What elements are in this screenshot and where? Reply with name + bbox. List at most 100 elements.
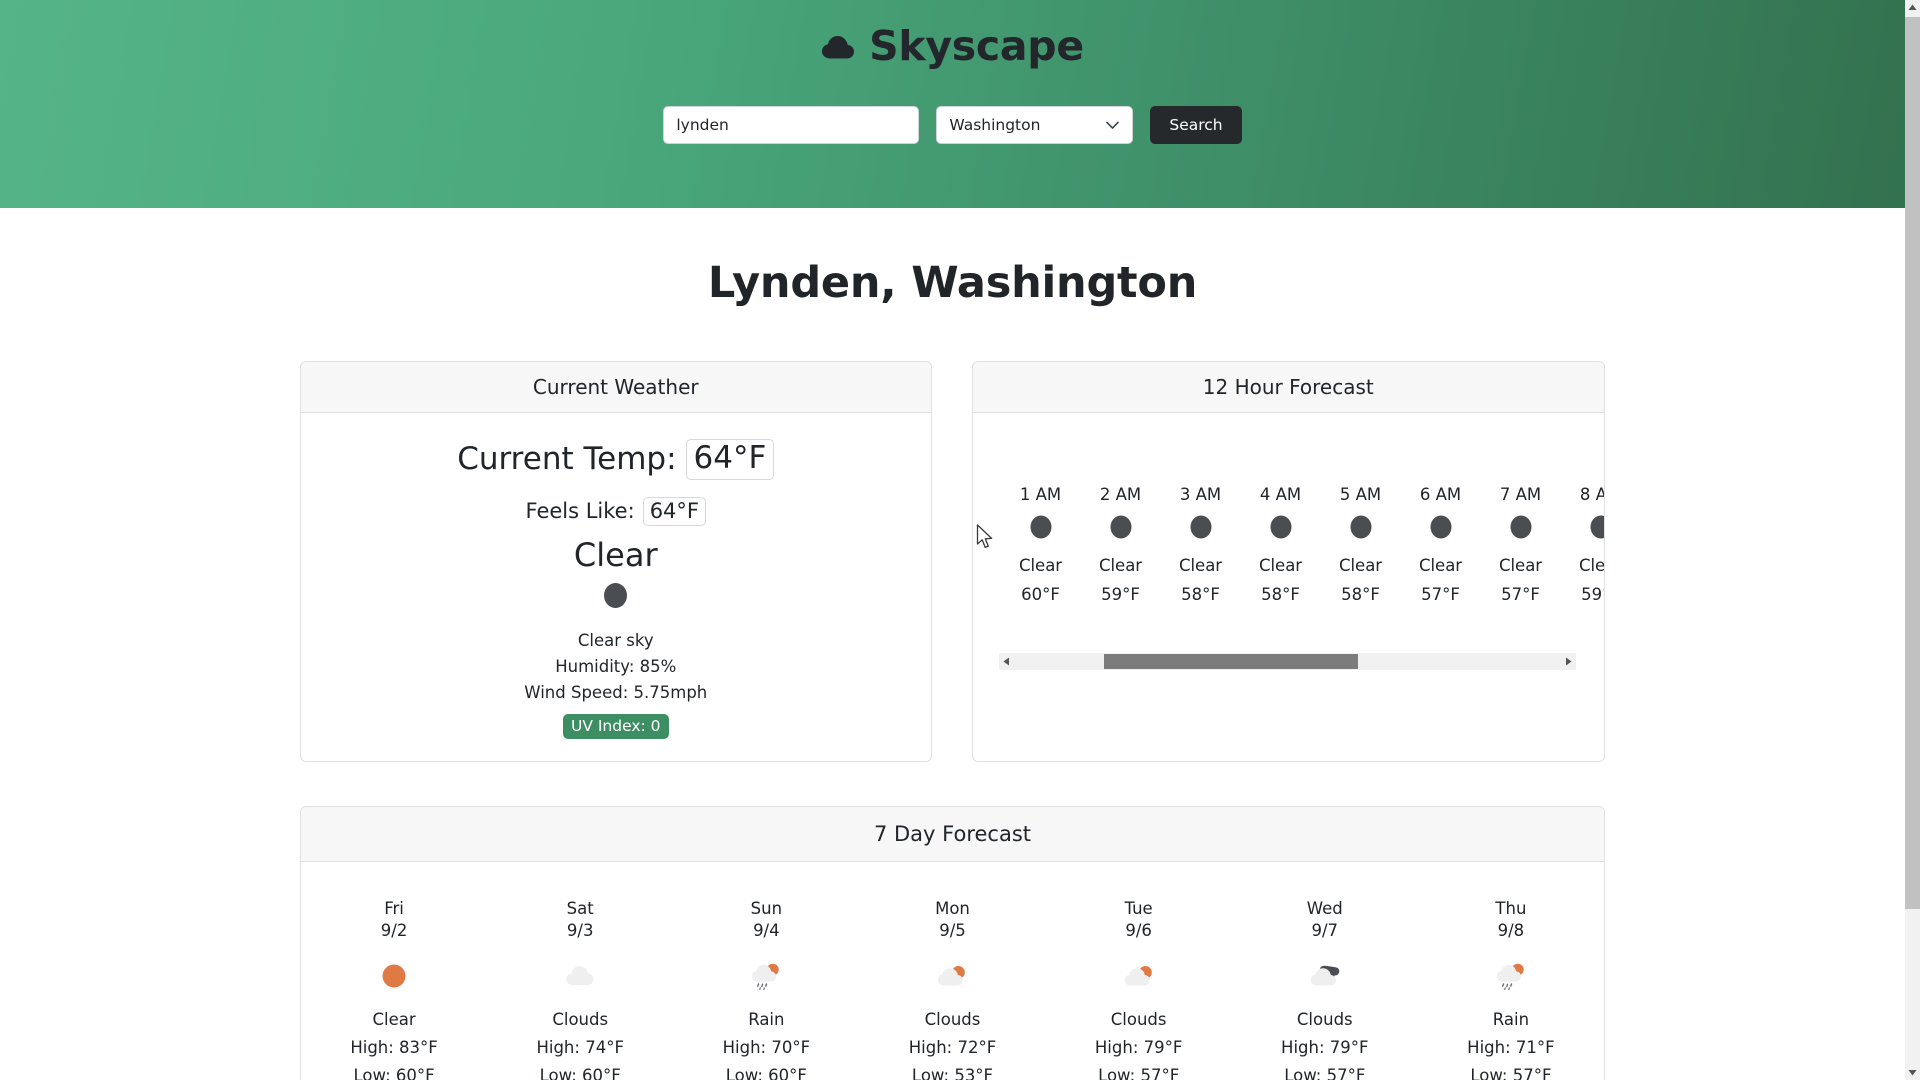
hourly-forecast-card: 12 Hour Forecast 1 AM Clear 60°F 2 AM Clear 5…	[971, 361, 1605, 762]
daily-high: High: 74°F	[536, 1037, 624, 1057]
daily-date: 9/6	[1125, 920, 1152, 940]
brand-name: Skyscape	[869, 22, 1084, 70]
state-select[interactable]: Washington	[936, 106, 1134, 144]
hourly-temp: 57°F	[1501, 585, 1540, 604]
daily-forecast-card-title: 7 Day Forecast	[301, 806, 1604, 862]
daily-low: Low: 60°F	[353, 1065, 435, 1080]
city-search-input[interactable]	[663, 106, 920, 144]
daily-low: Low: 57°F	[1098, 1065, 1180, 1080]
daily-high: High: 83°F	[350, 1037, 438, 1057]
current-temp-label: Current Temp:	[457, 441, 677, 478]
current-weather-card: Current Weather Current Temp: 64°F Feels…	[300, 361, 932, 762]
current-wind-speed: Wind Speed: 5.75mph	[524, 682, 708, 702]
hourly-scrollbar-thumb[interactable]	[1103, 654, 1359, 669]
daily-date: 9/5	[939, 920, 966, 940]
state-select-value: Washington	[949, 116, 1041, 134]
daily-condition: Rain	[1492, 1009, 1530, 1029]
placeholder-circle-icon	[1589, 514, 1604, 544]
placeholder-circle-icon	[1029, 514, 1053, 544]
hourly-temp: 59°F	[1101, 585, 1140, 604]
hourly-scrollbar-track[interactable]	[1014, 653, 1561, 670]
daily-date: 9/4	[753, 920, 780, 940]
daily-high: High: 70°F	[722, 1037, 811, 1057]
hourly-condition: Clear	[1498, 556, 1543, 575]
hourly-temp: 58°F	[1261, 585, 1300, 604]
hourly-scroll-viewport[interactable]: 1 AM Clear 60°F 2 AM Clear 59°F 3 AM Clear 58°F 4…	[1001, 485, 1604, 637]
daily-day: Sat	[566, 898, 594, 918]
hourly-forecast-item: 1 AM Clear 60°F	[1001, 485, 1081, 604]
sun-icon	[377, 958, 411, 996]
scroll-up-icon[interactable]	[1905, 0, 1920, 15]
triangle-right-icon[interactable]	[1561, 653, 1576, 670]
daily-condition: Clouds	[924, 1009, 981, 1029]
hourly-temp: 58°F	[1341, 585, 1380, 604]
cloud-icon	[563, 958, 597, 996]
daily-forecast-card: 7 Day Forecast Fri 9/2 Clear High: 83°F Low:…	[300, 805, 1605, 1080]
hourly-condition: Clear	[1258, 556, 1303, 575]
daily-forecast-item: Mon 9/5 Clouds High: 72°F Low: 53°F	[859, 898, 1045, 1080]
daily-day: Sun	[750, 898, 783, 918]
daily-forecast-item: Sun9/4RainHigh: 70°FLow: 60°F84%	[673, 898, 859, 1080]
cloud-icon	[821, 34, 855, 60]
search-button[interactable]: Search	[1150, 106, 1242, 144]
hourly-forecast-card-title: 12 Hour Forecast	[972, 362, 1604, 413]
hourly-temp: 58°F	[1181, 585, 1220, 604]
daily-forecast-item: Fri 9/2 Clear High: 83°F Low: 60°F	[301, 898, 487, 1080]
scroll-down-icon[interactable]	[1905, 1065, 1920, 1080]
daily-date: 9/3	[566, 920, 594, 940]
daily-forecast-item: Thu9/8RainHigh: 71°FLow: 57°F69%	[1418, 898, 1604, 1080]
rain-sun-icon	[1494, 958, 1528, 996]
hourly-forecast-item: 2 AM Clear 59°F	[1081, 485, 1161, 604]
current-weather-card-title: Current Weather	[301, 362, 931, 413]
rain-sun-icon	[749, 958, 783, 996]
feels-like-value: 64°F	[642, 496, 706, 526]
placeholder-circle-icon	[1269, 514, 1293, 544]
sun-cloud-icon	[935, 958, 969, 996]
daily-low: Low: 57°F	[1284, 1065, 1366, 1080]
daily-day: Fri	[384, 898, 404, 918]
hourly-condition: Clear	[1418, 556, 1463, 575]
current-description: Clear sky	[577, 630, 654, 650]
daily-date: 9/8	[1497, 920, 1525, 940]
daily-high: High: 79°F	[1281, 1037, 1369, 1057]
current-condition: Clear	[573, 535, 658, 574]
current-humidity: Humidity: 85%	[555, 656, 677, 676]
hourly-time: 6 AM	[1419, 485, 1462, 504]
daily-forecast-body: Fri 9/2 Clear High: 83°F Low: 60°F Sat 9/3 Clou…	[301, 862, 1604, 1080]
hourly-condition: Clear	[1098, 556, 1143, 575]
page-scrollbar-thumb[interactable]	[1905, 17, 1920, 909]
hourly-time: 2 AM	[1099, 485, 1142, 504]
hourly-time: 1 AM	[1019, 485, 1062, 504]
uv-index-badge: UV Index: 0	[562, 713, 669, 739]
search-bar: Washington Search	[663, 106, 1242, 144]
placeholder-circle-icon	[602, 581, 629, 614]
daily-day: Wed	[1306, 898, 1343, 918]
daily-low: Low: 57°F	[1470, 1065, 1552, 1080]
top-cards-row: Current Weather Current Temp: 64°F Feels…	[0, 361, 1905, 762]
page-root: Skyscape Washington Search Lynden, Washi…	[0, 0, 1905, 1080]
hourly-forecast-item: 5 AM Clear 58°F	[1321, 485, 1401, 604]
daily-condition: Clouds	[552, 1009, 609, 1029]
daily-condition: Clear	[372, 1009, 416, 1029]
chevron-down-icon	[1106, 116, 1120, 134]
hourly-scrollbar[interactable]	[998, 653, 1576, 670]
feels-like-row: Feels Like: 64°F	[526, 496, 706, 526]
site-header: Skyscape Washington Search	[0, 0, 1905, 208]
placeholder-circle-icon	[1349, 514, 1373, 544]
hourly-strip: 1 AM Clear 60°F 2 AM Clear 59°F 3 AM Clear 58°F 4…	[1001, 485, 1604, 604]
hourly-forecast-item: 7 AM Clear 57°F	[1481, 485, 1561, 604]
hourly-condition: Clear	[1018, 556, 1063, 575]
daily-day: Tue	[1124, 898, 1153, 918]
daily-high: High: 79°F	[1094, 1037, 1183, 1057]
hourly-time: 5 AM	[1339, 485, 1382, 504]
hourly-temp: 57°F	[1421, 585, 1460, 604]
current-weather-body: Current Temp: 64°F Feels Like: 64°F Clea…	[301, 413, 931, 761]
hourly-condition: Clear	[1338, 556, 1383, 575]
daily-high: High: 71°F	[1467, 1037, 1555, 1057]
triangle-left-icon[interactable]	[999, 653, 1014, 670]
hourly-forecast-body: 1 AM Clear 60°F 2 AM Clear 59°F 3 AM Clear 58°F 4…	[973, 413, 1604, 699]
page-scrollbar[interactable]	[1905, 0, 1920, 1080]
daily-forecast-item: Sat 9/3 Clouds High: 74°F Low: 60°F	[487, 898, 673, 1080]
hourly-time: 3 AM	[1179, 485, 1222, 504]
hourly-time: 7 AM	[1499, 485, 1542, 504]
